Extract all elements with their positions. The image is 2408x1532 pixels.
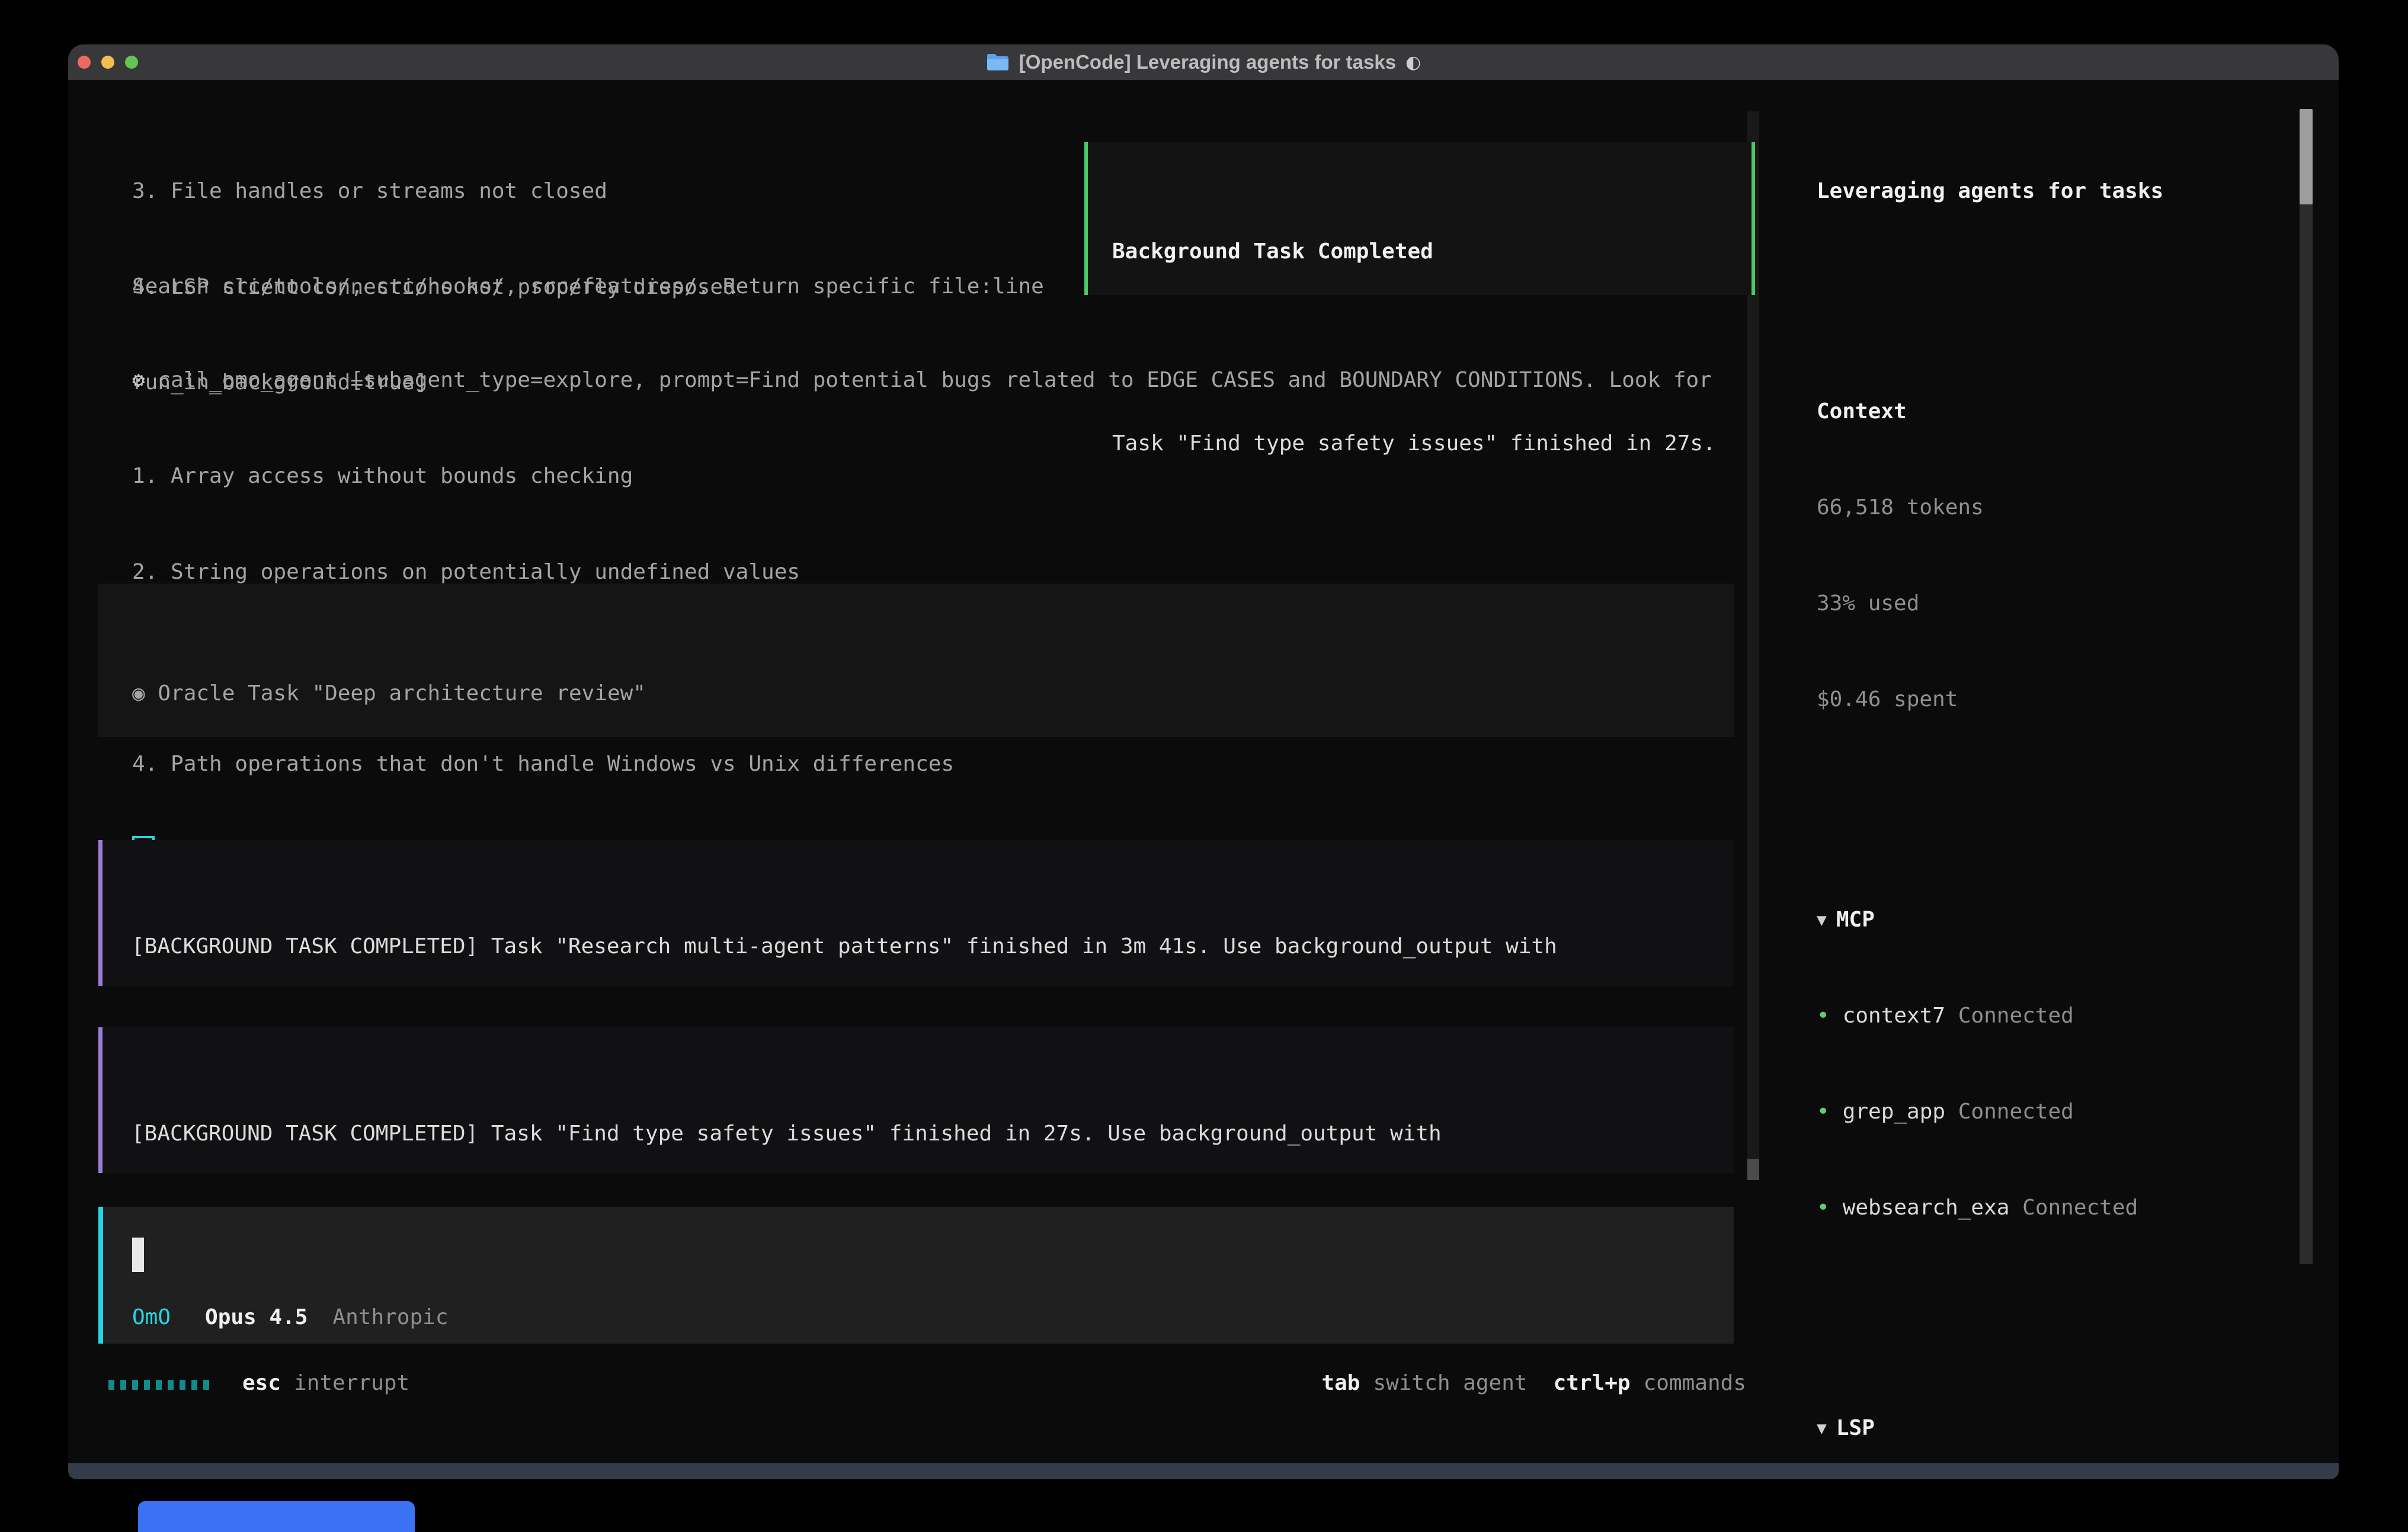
mcp-status: Connected <box>1958 1100 2074 1124</box>
mcp-item: • grep_app Connected <box>1817 1096 2314 1128</box>
context-spent: $0.46 spent <box>1817 684 2314 716</box>
titlebar: [OpenCode] Leveraging agents for tasks ◐ <box>68 44 2339 80</box>
spinner-dots-icon <box>108 1367 215 1399</box>
mcp-heading: MCP <box>1836 908 1875 932</box>
prompt-input[interactable]: OmO Opus 4.5 Anthropic <box>98 1207 1734 1344</box>
close-button[interactable] <box>78 56 91 69</box>
mcp-status: Connected <box>2022 1196 2138 1220</box>
status-bar: esc interrupt tab switch agent ctrl+p co… <box>98 1367 1746 1399</box>
text-cursor <box>132 1238 144 1272</box>
window-title-group: [OpenCode] Leveraging agents for tasks ◐ <box>986 51 1421 73</box>
tab-key-label: switch agent <box>1373 1367 1527 1399</box>
lsp-section-header[interactable]: ▼ LSP <box>1817 1412 2314 1444</box>
screen: [OpenCode] Leveraging agents for tasks ◐… <box>0 0 2408 1532</box>
esc-key-hint: esc <box>242 1367 281 1399</box>
background-window-sliver <box>138 1501 415 1532</box>
mcp-item: • context7 Connected <box>1817 1000 2314 1032</box>
mcp-name: context7 <box>1843 1004 1945 1028</box>
ctrlp-key-hint: ctrl+p <box>1554 1367 1631 1399</box>
tab-key-hint: tab <box>1321 1367 1360 1399</box>
activity-icon: ◐ <box>1405 52 1421 73</box>
input-model-label: Opus 4.5 <box>205 1302 308 1334</box>
mcp-name: grep_app <box>1843 1100 1945 1124</box>
session-title: Leveraging agents for tasks <box>1817 175 2314 207</box>
sidebar-scrollbar-thumb[interactable] <box>2300 109 2313 204</box>
input-agent-label: OmO <box>132 1302 171 1334</box>
gear-icon: ⚙ <box>132 368 145 392</box>
zoom-button[interactable] <box>125 56 138 69</box>
mcp-status: Connected <box>1958 1004 2074 1028</box>
background-task-toast: Background Task Completed Task "Find typ… <box>1084 142 1755 295</box>
chevron-down-icon: ▼ <box>1817 1418 1827 1438</box>
chat-scrollbar-thumb[interactable] <box>1747 1159 1759 1180</box>
bullet-icon: • <box>1817 1004 1830 1028</box>
minimize-button[interactable] <box>101 56 114 69</box>
bullet-icon: • <box>1817 1196 1830 1220</box>
window-bottom-edge <box>68 1463 2339 1479</box>
input-provider-label: Anthropic <box>332 1302 448 1334</box>
message-line: [BACKGROUND TASK COMPLETED] Task "Resear… <box>132 931 1734 963</box>
toast-title: Background Task Completed <box>1112 236 1751 268</box>
chevron-down-icon: ▼ <box>1817 910 1827 930</box>
scrollback-line: Search src/tools/, src/hooks/, src/featu… <box>132 271 1044 303</box>
message-block: [BACKGROUND TASK COMPLETED] Task "Find t… <box>98 1027 1734 1173</box>
bullet-icon: • <box>1817 1100 1830 1124</box>
mcp-section-header[interactable]: ▼ MCP <box>1817 904 2314 936</box>
window-title: [OpenCode] Leveraging agents for tasks <box>1019 51 1396 73</box>
context-tokens: 66,518 tokens <box>1817 492 2314 524</box>
message-block: [BACKGROUND TASK COMPLETED] Task "Resear… <box>98 840 1734 986</box>
mcp-name: websearch_exa <box>1843 1196 2010 1220</box>
oracle-task-title: Oracle Task "Deep architecture review" <box>158 681 646 706</box>
message-line: [BACKGROUND TASK COMPLETED] Task "Find t… <box>132 1118 1734 1150</box>
fisheye-icon: ◉ <box>132 681 145 706</box>
oracle-task-panel: ◉ Oracle Task "Deep architecture review"… <box>98 584 1734 737</box>
sidebar-scrollbar-track[interactable] <box>2300 109 2313 1264</box>
ctrlp-key-label: commands <box>1644 1367 1746 1399</box>
sidebar: Leveraging agents for tasks Context 66,5… <box>1817 111 2314 1479</box>
toast-body: Task "Find type safety issues" finished … <box>1112 428 1751 460</box>
context-used: 33% used <box>1817 588 2314 620</box>
esc-key-label: interrupt <box>294 1367 409 1399</box>
folder-icon <box>986 53 1010 72</box>
lsp-heading: LSP <box>1836 1416 1875 1440</box>
context-heading: Context <box>1817 396 2314 428</box>
mcp-item: • websearch_exa Connected <box>1817 1192 2314 1224</box>
app-window: [OpenCode] Leveraging agents for tasks ◐… <box>68 44 2339 1479</box>
scrollback-line: 3. File handles or streams not closed <box>132 175 736 207</box>
